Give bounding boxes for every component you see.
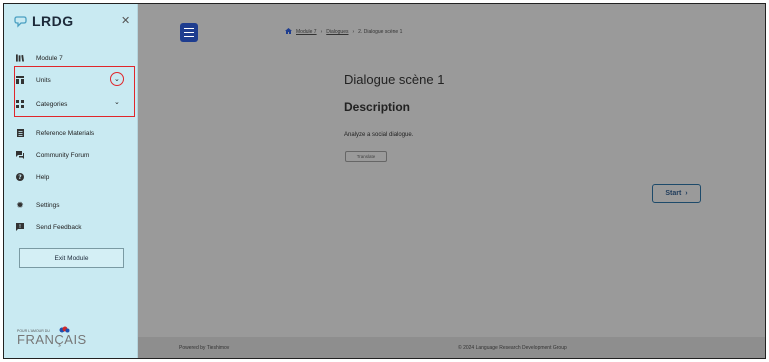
breadcrumb: Module 7 › Dialogues › 2. Dialogue scène… xyxy=(285,28,402,36)
breadcrumb-current: 2. Dialogue scène 1 xyxy=(358,29,403,35)
sidebar-item-reference-materials[interactable]: Reference Materials xyxy=(16,129,94,137)
start-label: Start xyxy=(665,190,682,197)
help-icon: ? xyxy=(16,173,24,181)
sidebar-item-label: Help xyxy=(36,173,50,181)
chevron-right-icon: › xyxy=(685,190,688,197)
sidebar-item-settings[interactable]: ✹ Settings xyxy=(16,199,60,210)
exit-module-button[interactable]: Exit Module xyxy=(19,248,124,268)
app-window: LRDG ✕ Module 7 Units ⌄ Categories ⌄ Ref… xyxy=(3,3,766,359)
breadcrumb-dialogues[interactable]: Dialogues xyxy=(326,29,348,35)
chat-icon xyxy=(16,151,24,159)
document-icon xyxy=(16,129,24,137)
sidebar: LRDG ✕ Module 7 Units ⌄ Categories ⌄ Ref… xyxy=(4,4,138,358)
description-text: Analyze a social dialogue. xyxy=(344,132,414,138)
brand-logo-icon xyxy=(14,15,27,28)
highlight-box xyxy=(14,66,135,117)
sidebar-item-module[interactable]: Module 7 xyxy=(16,54,63,62)
menu-line xyxy=(184,35,194,38)
page-title: Dialogue scène 1 xyxy=(344,72,445,87)
gear-icon: ✹ xyxy=(16,199,24,210)
menu-button[interactable] xyxy=(180,23,198,42)
menu-line xyxy=(184,31,194,34)
sidebar-item-community-forum[interactable]: Community Forum xyxy=(16,151,89,159)
sidebar-item-label: Send Feedback xyxy=(36,223,82,231)
sidebar-item-label: Settings xyxy=(36,201,60,209)
heart-icon xyxy=(59,326,70,333)
main-content: Module 7 › Dialogues › 2. Dialogue scène… xyxy=(138,4,765,358)
menu-line xyxy=(184,27,194,30)
partner-logo-big: FRANÇAIS xyxy=(17,332,87,347)
home-icon[interactable] xyxy=(285,28,292,36)
translate-button[interactable]: Translate xyxy=(345,151,387,162)
start-button[interactable]: Start › xyxy=(652,184,701,203)
footer-copyright: © 2024 Language Research Development Gro… xyxy=(458,345,567,351)
breadcrumb-separator: › xyxy=(352,29,355,35)
sidebar-item-label: Community Forum xyxy=(36,151,90,159)
footer-powered-by: Powered by Tieshimov xyxy=(179,345,230,351)
close-sidebar-icon[interactable]: ✕ xyxy=(121,14,130,27)
svg-text:?: ? xyxy=(18,174,22,181)
sidebar-item-label: Reference Materials xyxy=(36,129,95,137)
breadcrumb-module[interactable]: Module 7 xyxy=(296,29,317,35)
sidebar-item-help[interactable]: ? Help xyxy=(16,173,49,181)
brand-logo: LRDG xyxy=(14,13,74,29)
sidebar-item-label: Module 7 xyxy=(36,54,63,62)
books-icon xyxy=(16,54,24,62)
partner-logo: POUR L'AMOUR DU FRANÇAIS xyxy=(17,326,87,347)
brand-name: LRDG xyxy=(32,13,74,29)
footer xyxy=(138,337,765,358)
breadcrumb-separator: › xyxy=(320,29,323,35)
sidebar-item-send-feedback[interactable]: Send Feedback xyxy=(16,223,82,231)
feedback-icon xyxy=(16,223,24,231)
description-heading: Description xyxy=(344,100,411,114)
